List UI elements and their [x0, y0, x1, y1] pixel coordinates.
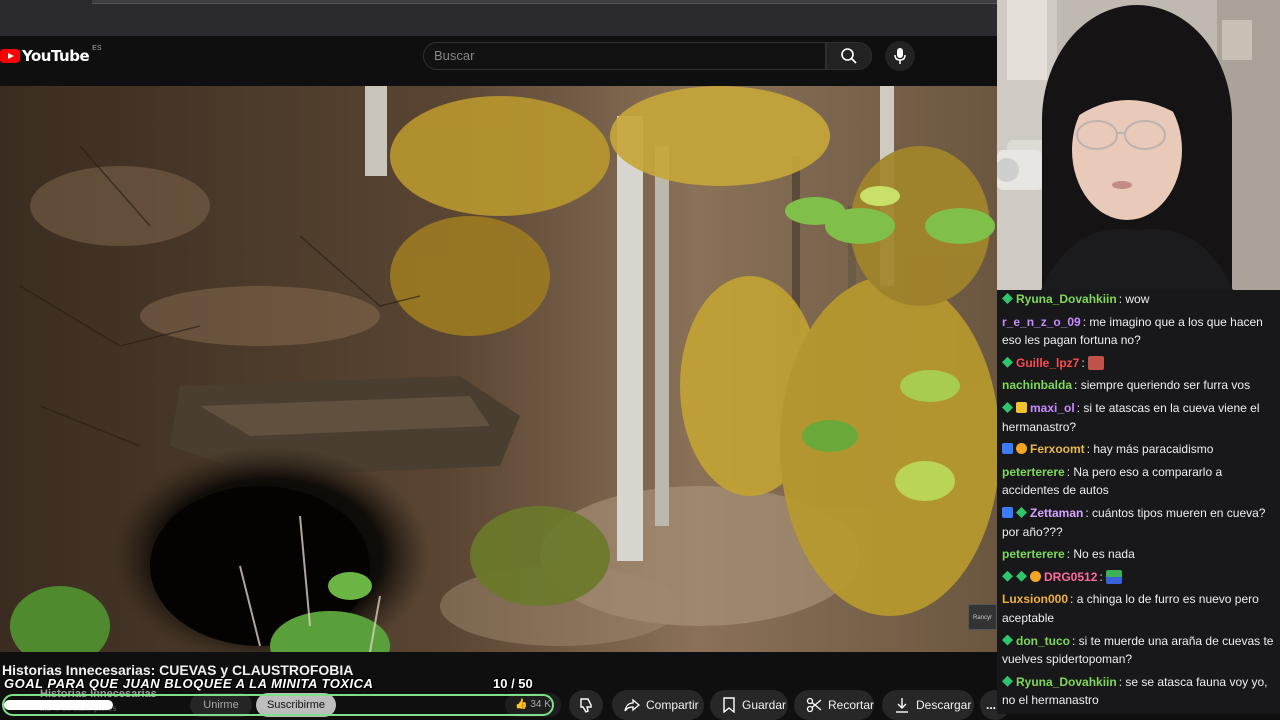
chat-message: peterterere: Na pero eso a compararlo a …	[1002, 463, 1274, 500]
chat-message: Ferxoomt: hay más paracaidismo	[1002, 440, 1274, 459]
screen: YouTube ES Buscar Rancyr Historias Innec…	[0, 0, 1280, 720]
chat-username[interactable]: Ryuna_Dovahkiin	[1016, 292, 1117, 306]
search-input[interactable]: Buscar	[423, 42, 826, 70]
clip-label: Recortar	[828, 698, 875, 712]
chat-text: siempre queriendo ser furra vos	[1080, 378, 1251, 393]
share-button[interactable]: Compartir	[612, 690, 704, 720]
chat-username[interactable]: peterterere	[1002, 547, 1065, 561]
gold-round-badge-icon	[1016, 443, 1027, 455]
chat-username[interactable]: Guille_lpz7	[1016, 356, 1079, 370]
chat-username[interactable]: DRG0512	[1044, 570, 1097, 584]
chat-message: r_e_n_z_o_09: me imagino que a los que h…	[1002, 313, 1274, 350]
chat-username[interactable]: r_e_n_z_o_09	[1002, 315, 1081, 329]
chat-text: wow	[1125, 292, 1150, 306]
emote-dog-icon	[1088, 355, 1105, 370]
chat-separator: :	[1074, 378, 1081, 393]
chat-message: DRG0512:	[1002, 568, 1274, 587]
youtube-play-icon	[0, 49, 20, 63]
chat-message: Ryuna_Dovahkiin: se se atasca fauna voy …	[1002, 673, 1274, 710]
chat-separator: :	[1085, 505, 1093, 520]
youtube-logo-text: YouTube	[22, 47, 90, 65]
chat-username[interactable]: Ryuna_Dovahkiin	[1016, 675, 1117, 689]
chat-message: Zettaman: cuántos tipos mueren en cueva?…	[1002, 504, 1274, 541]
browser-top-strip	[0, 0, 997, 36]
chat-username[interactable]: peterterere	[1002, 465, 1065, 479]
chat-message: Luxsion000: a chinga lo de furro es nuev…	[1002, 590, 1274, 627]
chat-message: peterterere: No es nada	[1002, 545, 1274, 564]
chat-username[interactable]: Zettaman	[1030, 506, 1083, 520]
goal-overlay-text: GOAL PARA QUE JUAN BLOQUEE A LA MINITA T…	[4, 676, 374, 691]
streamer-webcam-image	[997, 0, 1280, 300]
chat-message: don_tuco: si te muerde una araña de cuev…	[1002, 632, 1274, 669]
chat-username[interactable]: Ferxoomt	[1030, 442, 1085, 456]
save-button[interactable]: Guardar	[710, 690, 788, 720]
youtube-header: YouTube ES Buscar	[0, 36, 997, 86]
gold-round-badge-icon	[1030, 570, 1041, 582]
chat-message: nachinbalda: siempre queriendo ser furra…	[1002, 376, 1274, 395]
chat-message: Ryuna_Dovahkiin: wow	[1002, 290, 1274, 309]
bookmark-icon	[722, 697, 736, 713]
download-button[interactable]: Descargar	[882, 690, 974, 720]
chat-username[interactable]: don_tuco	[1016, 634, 1070, 648]
chat-separator: :	[1081, 355, 1089, 370]
scissors-icon	[806, 697, 822, 713]
chat-username[interactable]: maxi_ol	[1030, 401, 1075, 415]
goal-count: 10 / 50	[493, 676, 533, 691]
thumbs-down-icon	[580, 698, 592, 713]
chat-separator: :	[1072, 633, 1079, 648]
blue-badge-icon	[1002, 506, 1013, 518]
gold-badge-icon	[1016, 401, 1027, 413]
chat-separator: :	[1099, 569, 1107, 584]
green-badge-icon	[1002, 293, 1013, 304]
download-label: Descargar	[916, 698, 972, 712]
chat-username[interactable]: nachinbalda	[1002, 378, 1072, 392]
dislike-button[interactable]	[569, 690, 603, 720]
video-info-bar: Historias Innecesarias: CUEVAS y CLAUSTR…	[0, 652, 1010, 720]
voice-search-button[interactable]	[885, 41, 915, 71]
green-badge-icon	[1016, 506, 1027, 518]
goal-progress-fill	[4, 700, 113, 710]
chat-username[interactable]: Luxsion000	[1002, 592, 1068, 606]
chat-separator: :	[1070, 592, 1077, 607]
green-badge-icon	[1002, 401, 1013, 413]
chat-message: maxi_ol: si te atascas en la cueva viene…	[1002, 399, 1274, 436]
country-code: ES	[92, 44, 102, 52]
green-badge-icon	[1002, 570, 1013, 582]
mini-overlay-badge: Rancyr	[968, 604, 997, 630]
youtube-logo[interactable]: YouTube ES	[0, 44, 102, 66]
green-badge-icon	[1016, 570, 1027, 582]
microphone-icon	[894, 48, 906, 64]
green-badge-icon	[1002, 634, 1013, 646]
green-badge-icon	[1002, 675, 1013, 687]
emote-car-icon	[1106, 569, 1123, 584]
chat-message: Guille_lpz7:	[1002, 354, 1274, 373]
save-label: Guardar	[742, 698, 787, 712]
blue-badge-icon	[1002, 443, 1013, 455]
search-button[interactable]	[826, 42, 872, 70]
webcam-feed	[997, 0, 1280, 300]
share-icon	[624, 697, 640, 713]
video-frame-forest-cave	[0, 86, 997, 652]
video-player[interactable]: Rancyr	[0, 86, 997, 652]
green-badge-icon	[1002, 356, 1013, 368]
clip-button[interactable]: Recortar	[794, 690, 874, 720]
browser-tab-strip	[92, 0, 997, 4]
download-icon	[894, 697, 910, 713]
live-chat: Ryuna_Dovahkiin: wow r_e_n_z_o_09: me ima…	[997, 290, 1280, 714]
chat-text: hay más paracaidismo	[1093, 442, 1214, 457]
search-icon	[841, 48, 857, 64]
share-label: Compartir	[646, 698, 699, 712]
chat-text: No es nada	[1073, 547, 1135, 562]
